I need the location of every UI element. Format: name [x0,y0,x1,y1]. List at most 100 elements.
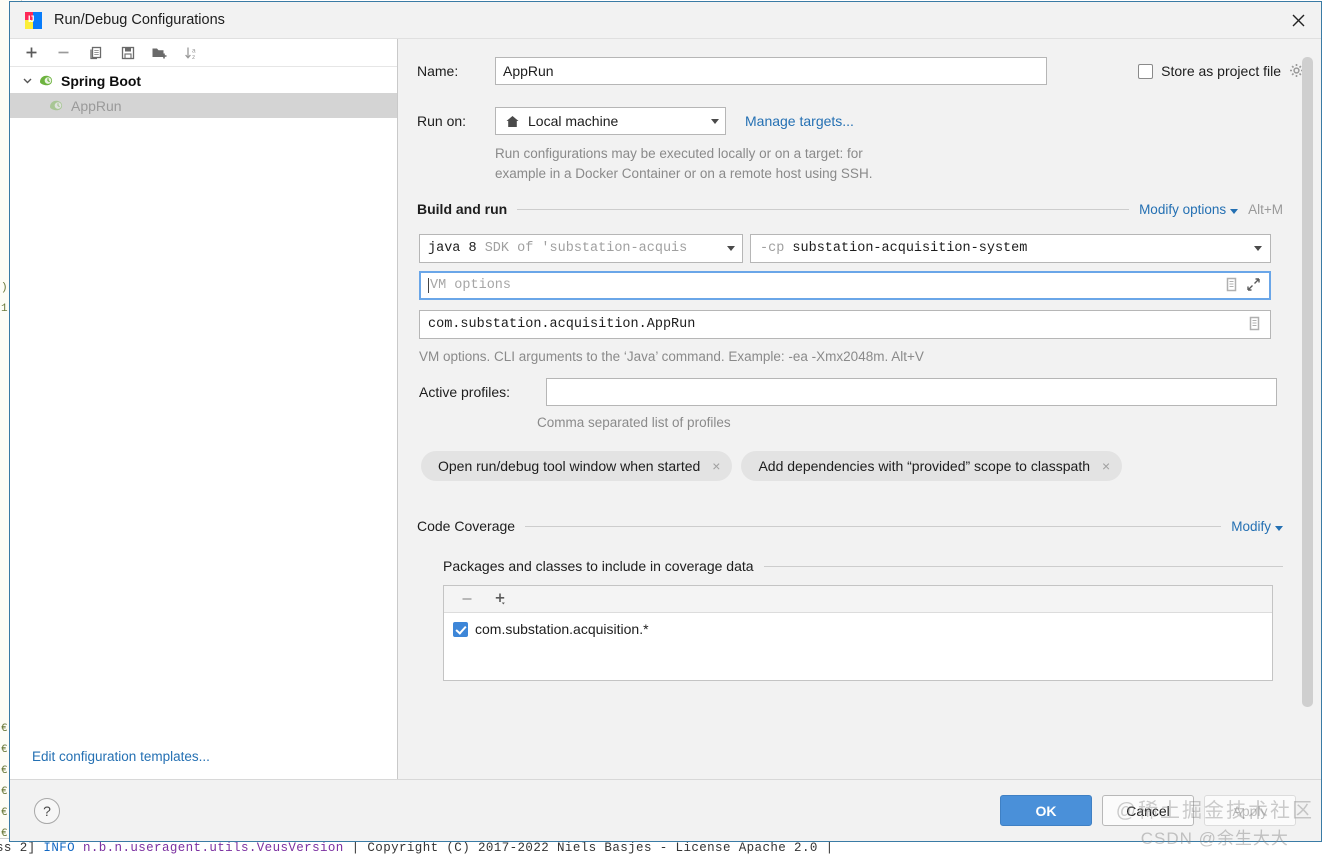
coverage-modify-link[interactable]: Modify [1231,519,1283,534]
vm-options-row: VM options [408,271,1287,300]
main-class-value: com.substation.acquisition.AppRun [428,317,696,332]
spring-boot-icon [38,73,55,88]
sdk-dropdown[interactable]: java 8 SDK of 'substation-acquis [419,234,743,263]
store-as-project-file-checkbox[interactable] [1138,63,1154,79]
configurations-panel: a z Spring Boot AppRun Edit configuratio… [10,39,398,779]
chevron-down-icon[interactable] [727,246,735,251]
coverage-remove-button[interactable] [459,591,475,607]
console-log-line: ss 2] INFO n.b.n.useragent.utils.VeusVer… [0,841,834,855]
code-coverage-header: Code Coverage Modify [408,518,1287,534]
modify-options-link[interactable]: Modify options [1139,201,1239,217]
modify-options-label: Modify options [1139,201,1227,217]
sdk-value-bold: java 8 [428,241,477,256]
form-scrollbar[interactable] [1302,57,1313,779]
tree-toolbar: a z [10,39,397,67]
packages-title: Packages and classes to include in cover… [443,558,754,574]
chevron-down-icon[interactable] [22,75,38,86]
manage-targets-link[interactable]: Manage targets... [745,113,854,129]
vm-options-hint: VM options. CLI arguments to the ‘Java’ … [419,349,924,364]
run-on-row: Run on: Local machine Manage targets... [408,85,1287,135]
divider [763,565,1283,567]
store-as-project-file-row: Store as project file [1138,63,1305,79]
vm-options-input[interactable]: VM options [419,271,1271,300]
coverage-list[interactable]: com.substation.acquisition.* [444,613,1272,680]
form-scrollbar-thumb[interactable] [1302,57,1313,707]
intellij-idea-icon: IJ [25,11,42,29]
main-class-row: com.substation.acquisition.AppRun [408,310,1287,339]
coverage-toolbar [444,586,1272,613]
edit-configuration-templates-link[interactable]: Edit configuration templates... [32,749,210,764]
active-profiles-label: Active profiles: [419,384,511,400]
dialog-footer: ? OK Cancel Apply [10,779,1321,841]
coverage-modify-label: Modify [1231,518,1271,534]
tree-group-label: Spring Boot [61,72,142,89]
packages-header: Packages and classes to include in cover… [408,558,1287,574]
expand-icon[interactable] [1246,277,1263,294]
chip-label: Open run/debug tool window when started [438,458,701,474]
run-on-label: Run on: [417,113,467,129]
run-debug-configurations-dialog: IJ Run/Debug Configurations a z Spring B… [9,1,1322,842]
option-chips-row: Open run/debug tool window when started … [408,451,1287,481]
help-button[interactable]: ? [34,797,60,824]
save-icon[interactable] [119,44,136,61]
close-icon[interactable]: × [1102,459,1110,473]
main-class-input[interactable]: com.substation.acquisition.AppRun [419,310,1271,339]
tree-item-apprun[interactable]: AppRun [10,93,397,118]
active-profiles-row: Active profiles: [408,378,1287,406]
form-scroll-area: Name: Store as project file [398,39,1321,779]
classpath-value: -cp substation-acquisition-system [760,241,1254,256]
run-on-hint: Run configurations may be executed local… [495,144,995,184]
footer-buttons: OK Cancel Apply [1000,795,1296,826]
name-input[interactable] [495,57,1047,85]
dialog-titlebar: IJ Run/Debug Configurations [10,2,1321,39]
spring-boot-icon [48,98,65,113]
cancel-button[interactable]: Cancel [1102,795,1194,826]
sdk-and-classpath-row: java 8 SDK of 'substation-acquis -cp sub… [408,234,1287,263]
coverage-add-button[interactable] [493,591,509,607]
sdk-value: java 8 SDK of 'substation-acquis [428,241,727,256]
chip-add-provided-dependencies[interactable]: Add dependencies with “provided” scope t… [741,451,1123,481]
run-on-dropdown[interactable]: Local machine [495,107,726,135]
home-icon [505,114,520,129]
run-on-hint-line2: example in a Docker Container or on a re… [495,166,873,181]
name-label: Name: [417,63,459,79]
configurations-tree[interactable]: Spring Boot AppRun [10,67,397,779]
macro-list-icon[interactable] [1224,277,1241,294]
divider [525,525,1222,527]
coverage-packages-panel: com.substation.acquisition.* [443,585,1273,681]
dialog-title: Run/Debug Configurations [54,12,225,28]
modify-options-shortcut: Alt+M [1248,201,1283,217]
tree-group-spring-boot[interactable]: Spring Boot [10,68,397,93]
chip-label: Add dependencies with “provided” scope t… [758,458,1091,474]
coverage-list-item[interactable]: com.substation.acquisition.* [444,618,1272,640]
classpath-prefix: -cp [760,241,793,256]
chevron-down-icon[interactable] [1254,246,1262,251]
folder-add-icon[interactable] [151,44,168,61]
chevron-down-icon [1230,208,1239,214]
close-icon[interactable]: × [712,459,720,473]
ok-button[interactable]: OK [1000,795,1092,826]
active-profiles-input[interactable] [546,378,1277,406]
minus-icon[interactable] [55,44,72,61]
chevron-down-icon[interactable] [711,118,719,124]
macro-list-icon[interactable] [1247,316,1264,333]
run-on-value: Local machine [528,113,619,129]
copy-icon[interactable] [87,44,104,61]
svg-text:z: z [192,54,195,61]
run-on-hint-line1: Run configurations may be executed local… [495,146,863,161]
store-as-project-file-label: Store as project file [1161,63,1281,79]
chevron-down-icon [1275,525,1283,531]
classpath-module: substation-acquisition-system [792,241,1028,256]
sort-alpha-icon[interactable]: a z [183,44,200,61]
chip-open-run-debug-tool-window[interactable]: Open run/debug tool window when started … [421,451,733,481]
apply-button[interactable]: Apply [1204,795,1296,826]
dialog-body: a z Spring Boot AppRun Edit configuratio… [10,39,1321,779]
vm-options-placeholder: VM options [428,278,1219,293]
plus-icon[interactable] [23,44,40,61]
configuration-form-panel: Name: Store as project file [398,39,1321,779]
close-icon[interactable] [1275,2,1321,38]
coverage-item-checkbox[interactable] [453,621,468,637]
classpath-dropdown[interactable]: -cp substation-acquisition-system [750,234,1271,263]
divider [517,208,1130,210]
build-and-run-header: Build and run Modify options Alt+M [408,201,1287,217]
